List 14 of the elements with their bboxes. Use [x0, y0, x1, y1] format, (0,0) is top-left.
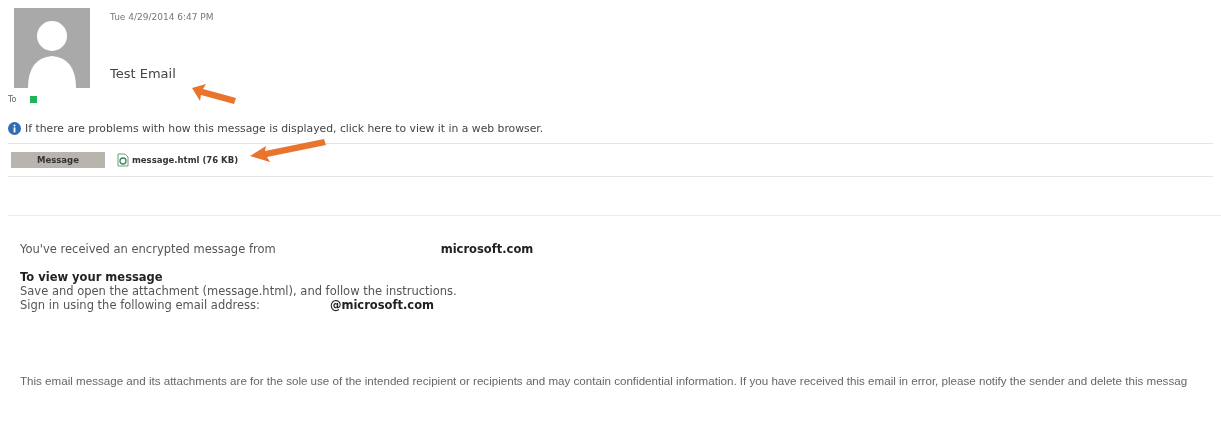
instructions-heading: To view your message	[20, 270, 164, 284]
sign-in-address: @microsoft.com	[329, 298, 435, 312]
email-subject: Test Email	[110, 66, 176, 81]
sent-date: Tue 4/29/2014 6:47 PM	[110, 12, 215, 22]
message-tab[interactable]: Message	[11, 152, 105, 168]
instructions-text: Save and open the attachment (message.html), and follow the instructions.	[20, 284, 458, 298]
intro-text: You've received an encrypted message from	[20, 242, 276, 256]
sign-in-text: Sign in using the following email address:	[20, 298, 260, 312]
info-icon	[8, 122, 21, 135]
html-file-icon	[117, 153, 129, 167]
to-label: To	[8, 94, 17, 104]
disclaimer-text: This email message and its attachments are for the sole use of the intended recipient or recipients and may contain confidential information. If you have received this email in error, please notify the sender and delete this messag	[20, 374, 1189, 387]
info-bar-link[interactable]: If there are problems with how this message is displayed, click here to view it in a web browser.	[25, 122, 544, 135]
sender-domain: microsoft.com	[440, 242, 534, 256]
